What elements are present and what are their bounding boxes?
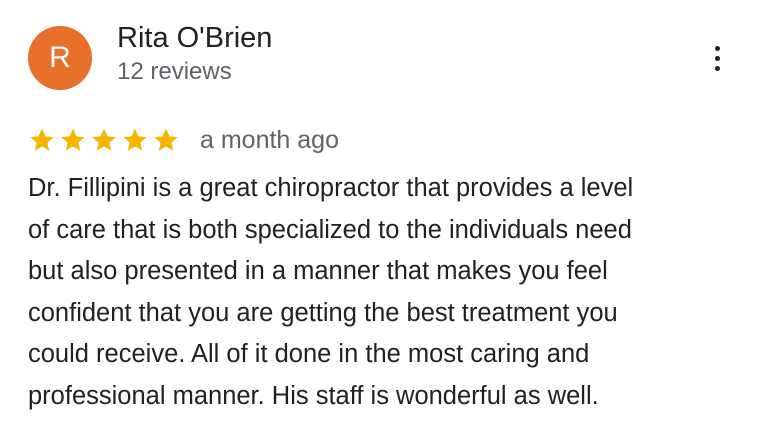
review-card: R Rita O'Brien 12 reviews a month ago Dr…: [0, 0, 780, 442]
reviewer-review-count[interactable]: 12 reviews: [117, 56, 232, 88]
star-icon: [123, 128, 147, 151]
more-options-button[interactable]: [700, 38, 734, 78]
review-date: a month ago: [200, 126, 339, 154]
review-text: Dr. Fillipini is a great chiropractor th…: [28, 174, 634, 410]
reviewer-name[interactable]: Rita O'Brien: [117, 20, 272, 56]
star-icon: [61, 128, 85, 151]
star-icon: [154, 128, 178, 151]
avatar-letter: R: [49, 41, 71, 74]
star-icon: [30, 128, 54, 151]
rating-row: a month ago: [28, 122, 339, 158]
avatar[interactable]: R: [28, 26, 92, 90]
star-icon: [92, 128, 116, 151]
star-rating: [28, 126, 180, 154]
more-vertical-icon: [714, 45, 720, 71]
